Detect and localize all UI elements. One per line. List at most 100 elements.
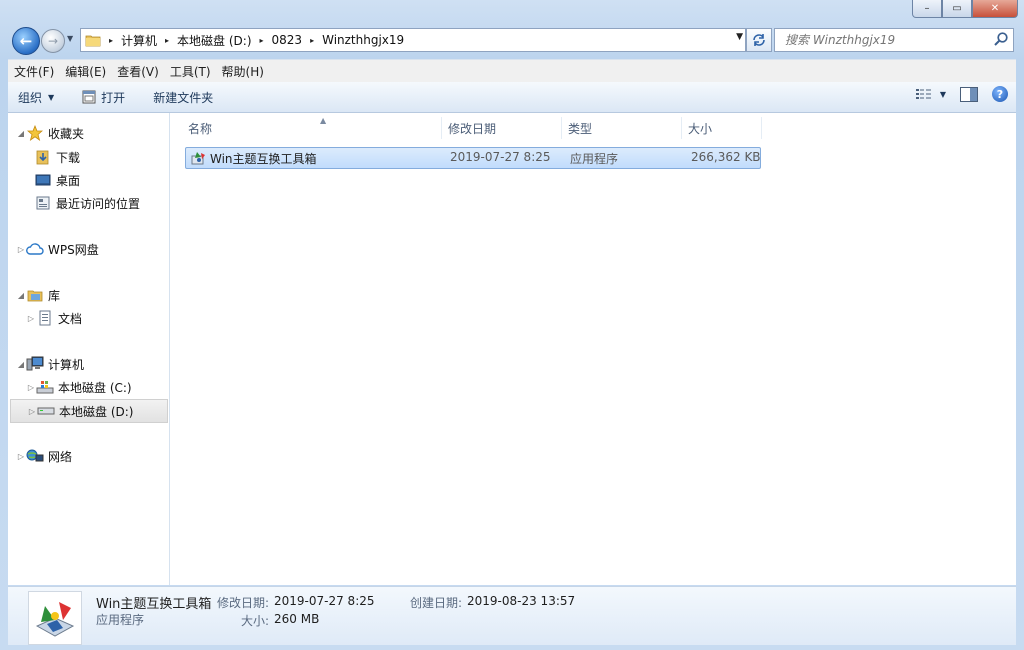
- view-icon: [915, 89, 931, 99]
- folder-icon: [85, 35, 101, 47]
- sidebar-item-network[interactable]: ▷ 网络: [16, 445, 72, 467]
- organize-label: 组织: [18, 90, 43, 105]
- sidebar-item-label: 库: [48, 288, 61, 303]
- expanded-arrow-icon[interactable]: ◢: [16, 291, 26, 300]
- sidebar-item-documents[interactable]: ▷ 文档: [26, 307, 82, 329]
- command-bar: 组织 ▼ 打开 新建文件夹 ▼ ?: [8, 82, 1016, 113]
- refresh-icon: [753, 34, 765, 46]
- expanded-arrow-icon[interactable]: ◢: [16, 129, 26, 138]
- breadcrumb-separator[interactable]: ▸: [109, 36, 113, 45]
- address-bar[interactable]: ▸ 计算机 ▸ 本地磁盘 (D:) ▸ 0823 ▸ Winzthhgjx19 …: [80, 28, 746, 52]
- column-size-label: 大小: [688, 121, 713, 136]
- menu-tools[interactable]: 工具(T): [164, 63, 216, 80]
- computer-icon: [26, 356, 44, 372]
- sidebar-item-label: 网络: [48, 449, 73, 464]
- file-row[interactable]: Win主题互换工具箱 2019-07-27 8:25 应用程序 266,362 …: [185, 147, 761, 169]
- sidebar-item-label: 计算机: [48, 357, 85, 372]
- menu-view[interactable]: 查看(V): [111, 63, 164, 80]
- sidebar-item-favorites[interactable]: ◢ 收藏夹: [16, 122, 84, 144]
- sidebar-item-drive-d[interactable]: ▷ 本地磁盘 (D:): [10, 399, 168, 423]
- details-pane: Win主题互换工具箱 应用程序 修改日期: 2019-07-27 8:25 大小…: [8, 586, 1016, 645]
- app-icon: [35, 602, 75, 637]
- new-folder-label: 新建文件夹: [153, 90, 214, 105]
- new-folder-button[interactable]: 新建文件夹: [143, 84, 223, 110]
- sidebar-item-recent[interactable]: 最近访问的位置: [34, 192, 140, 214]
- details-size-value: 260 MB: [274, 612, 320, 626]
- column-modified-label: 修改日期: [448, 121, 497, 136]
- breadcrumb-separator[interactable]: ▸: [310, 36, 314, 45]
- search-box[interactable]: [774, 28, 1014, 52]
- collapsed-arrow-icon[interactable]: ▷: [26, 314, 36, 323]
- sidebar-item-computer[interactable]: ◢ 计算机: [16, 353, 84, 375]
- menu-edit[interactable]: 编辑(E): [59, 63, 111, 80]
- collapsed-arrow-icon[interactable]: ▷: [26, 383, 36, 392]
- menu-file[interactable]: 文件(F): [8, 63, 59, 80]
- sidebar-item-label: 本地磁盘 (C:): [58, 380, 132, 395]
- open-icon: [82, 90, 96, 104]
- app-icon: [191, 152, 205, 165]
- sidebar-item-downloads[interactable]: 下载: [34, 146, 80, 168]
- sidebar-item-libraries[interactable]: ◢ 库: [16, 284, 60, 306]
- refresh-button[interactable]: [746, 28, 772, 52]
- view-dropdown-icon: ▼: [939, 89, 946, 99]
- minimize-button[interactable]: –: [912, 0, 942, 18]
- file-size: 266,362 KB: [691, 150, 761, 164]
- breadcrumb-drive-d[interactable]: 本地磁盘 (D:): [177, 32, 251, 49]
- breadcrumb-0823[interactable]: 0823: [272, 33, 303, 47]
- organize-button[interactable]: 组织 ▼: [8, 84, 64, 110]
- close-button[interactable]: ✕: [972, 0, 1018, 18]
- back-button[interactable]: ←: [12, 27, 40, 55]
- help-icon[interactable]: ?: [992, 86, 1008, 102]
- search-input[interactable]: [783, 32, 997, 48]
- column-header-type[interactable]: 类型: [562, 117, 682, 139]
- chevron-down-icon: ▼: [48, 92, 55, 102]
- sidebar-item-desktop[interactable]: 桌面: [34, 169, 80, 191]
- menu-bar: 文件(F) 编辑(E) 查看(V) 工具(T) 帮助(H): [8, 59, 1016, 82]
- breadcrumb-computer[interactable]: 计算机: [121, 32, 157, 49]
- address-dropdown-icon[interactable]: ▼: [736, 32, 743, 42]
- column-header-name[interactable]: 名称 ▲: [182, 116, 442, 139]
- column-type-label: 类型: [568, 121, 593, 136]
- expanded-arrow-icon[interactable]: ◢: [16, 360, 26, 369]
- breadcrumb-separator[interactable]: ▸: [165, 36, 169, 45]
- sidebar-item-wps[interactable]: ▷ WPS网盘: [16, 238, 99, 260]
- preview-pane-icon[interactable]: [960, 86, 978, 102]
- document-icon: [36, 310, 54, 326]
- star-icon: [26, 125, 44, 141]
- file-type: 应用程序: [570, 152, 619, 166]
- file-name: Win主题互换工具箱: [210, 152, 317, 166]
- caption-buttons: – ▭ ✕: [912, 0, 1018, 18]
- search-icon[interactable]: [993, 31, 1009, 47]
- change-view-button[interactable]: ▼: [915, 88, 946, 100]
- column-header-size[interactable]: 大小: [682, 117, 762, 139]
- sidebar-item-label: 桌面: [56, 173, 81, 188]
- navigation-pane: ◢ 收藏夹 下载 桌面 最近访问的位置 ▷ WPS网盘 ◢ 库 ▷ 文档 ◢ 计…: [8, 113, 170, 585]
- menu-help[interactable]: 帮助(H): [216, 63, 269, 80]
- open-button[interactable]: 打开: [72, 84, 135, 110]
- back-arrow-icon: ←: [19, 32, 33, 50]
- column-header-modified[interactable]: 修改日期: [442, 117, 562, 139]
- toolbar-right-group: ▼ ?: [915, 86, 1008, 102]
- sidebar-item-label: 下载: [56, 150, 81, 165]
- drive-icon: [36, 379, 54, 395]
- details-size-label: 大小:: [241, 614, 270, 628]
- content-area: ◢ 收藏夹 下载 桌面 最近访问的位置 ▷ WPS网盘 ◢ 库 ▷ 文档 ◢ 计…: [8, 113, 1016, 585]
- navigation-bar: ← → ▼ ▸ 计算机 ▸ 本地磁盘 (D:) ▸ 0823 ▸ Winzthh…: [8, 24, 1018, 56]
- collapsed-arrow-icon[interactable]: ▷: [27, 407, 37, 416]
- forward-button[interactable]: →: [41, 29, 65, 53]
- file-modified: 2019-07-27 8:25: [450, 150, 551, 164]
- breadcrumb-current-folder[interactable]: Winzthhgjx19: [322, 33, 404, 47]
- sidebar-item-label: 文档: [58, 311, 83, 326]
- breadcrumb: ▸ 计算机 ▸ 本地磁盘 (D:) ▸ 0823 ▸ Winzthhgjx19: [101, 32, 404, 49]
- breadcrumb-separator[interactable]: ▸: [260, 36, 264, 45]
- details-file-type: 应用程序: [96, 613, 145, 627]
- details-modified-value: 2019-07-27 8:25: [274, 594, 375, 608]
- sidebar-item-drive-c[interactable]: ▷ 本地磁盘 (C:): [26, 376, 132, 398]
- drive-icon: [37, 403, 55, 419]
- download-folder-icon: [34, 149, 52, 165]
- maximize-button[interactable]: ▭: [942, 0, 972, 18]
- collapsed-arrow-icon[interactable]: ▷: [16, 452, 26, 461]
- collapsed-arrow-icon[interactable]: ▷: [16, 245, 26, 254]
- recent-pages-dropdown[interactable]: ▼: [67, 34, 77, 44]
- details-modified-label: 修改日期:: [217, 596, 270, 610]
